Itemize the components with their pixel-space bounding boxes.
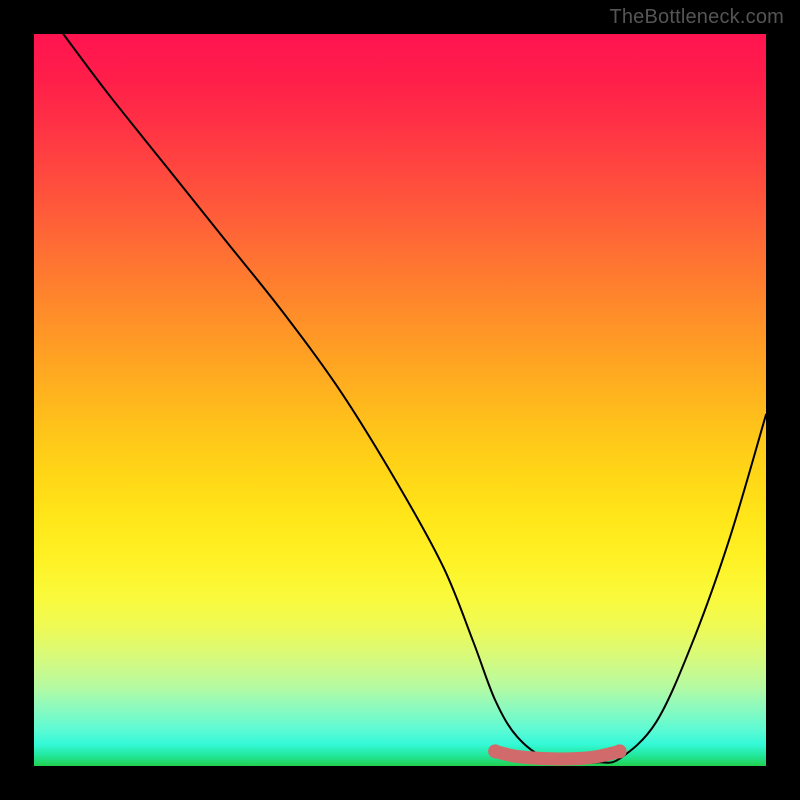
chart-plot-area xyxy=(34,34,766,766)
optimal-range-end-dot xyxy=(613,744,627,758)
optimal-range-segment xyxy=(495,751,619,759)
optimal-range-start-dot xyxy=(488,744,502,758)
chart-svg xyxy=(34,34,766,766)
bottleneck-curve-line xyxy=(63,34,766,763)
watermark-text: TheBottleneck.com xyxy=(609,6,784,29)
